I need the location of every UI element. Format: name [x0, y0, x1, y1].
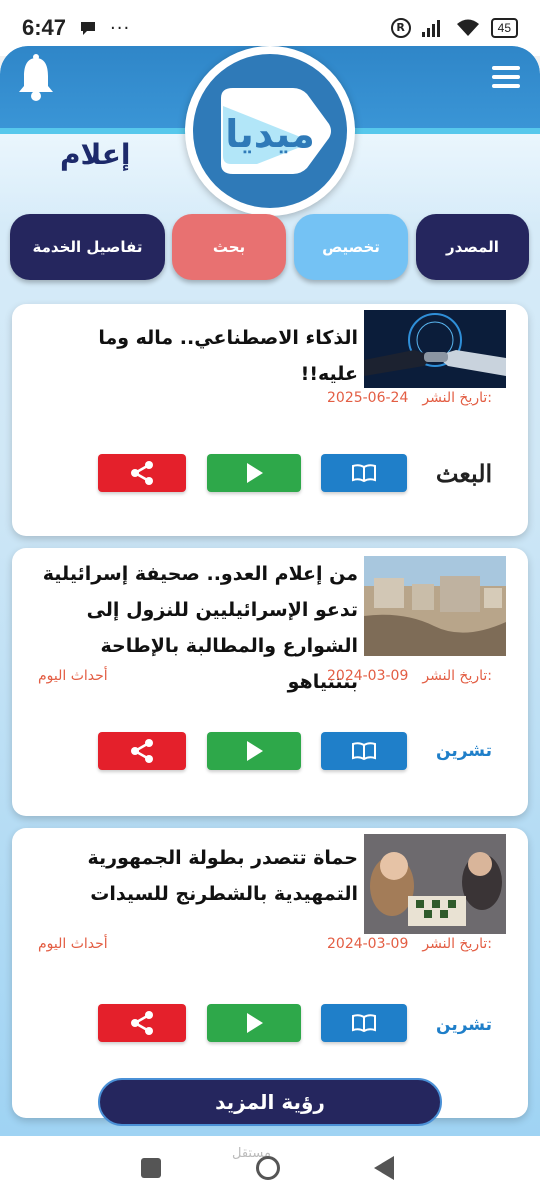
read-button[interactable] — [321, 732, 407, 770]
article-thumbnail-city[interactable] — [364, 556, 506, 656]
source-logo: تشرين — [422, 732, 506, 770]
source-logo-text: البعث — [435, 458, 493, 488]
book-icon — [352, 464, 376, 483]
recent-apps-icon[interactable] — [141, 1158, 161, 1178]
source-logo: تشرين — [422, 1006, 506, 1044]
share-button[interactable] — [98, 1004, 186, 1042]
bell-icon[interactable] — [16, 54, 56, 102]
article-thumbnail-chess[interactable] — [364, 834, 506, 934]
read-button[interactable] — [321, 454, 407, 492]
play-button[interactable] — [207, 454, 301, 492]
article-category[interactable]: أحداث اليوم — [38, 936, 108, 952]
chat-notification-icon — [81, 22, 96, 35]
see-more-button[interactable]: رؤية المزيد — [98, 1078, 442, 1126]
article-thumbnail-ai[interactable] — [364, 310, 506, 388]
book-icon — [352, 1014, 376, 1033]
signal-icon — [421, 20, 440, 37]
system-nav-bar: مستقل — [0, 1136, 540, 1200]
publish-date: 2024-03-09 — [327, 668, 409, 684]
publish-date-label: :تاريخ النشر — [422, 668, 492, 684]
publish-date-row: :تاريخ النشر 2024-03-09 — [327, 936, 492, 952]
logo-text: ميديا — [225, 112, 315, 156]
search-button[interactable]: بحث — [172, 214, 286, 280]
publish-date-label: :تاريخ النشر — [422, 936, 492, 952]
logo-circle: ميديا — [193, 54, 347, 208]
app-container: ميديا إعلام المصدر تخصيص بحث تفاصيل الخد… — [0, 46, 540, 1136]
brand-label: إعلام — [60, 138, 131, 171]
play-button[interactable] — [207, 1004, 301, 1042]
read-button[interactable] — [321, 1004, 407, 1042]
source-logo: البعث — [422, 454, 506, 492]
publish-date: 2025-06-24 — [327, 390, 409, 406]
service-details-button[interactable]: تفاصيل الخدمة — [10, 214, 165, 280]
customize-button[interactable]: تخصيص — [294, 214, 408, 280]
article-title[interactable]: الذكاء الاصطناعي.. ماله وما عليه!! — [38, 320, 358, 392]
registered-icon: R — [390, 18, 411, 38]
status-time: 6:47 — [22, 15, 67, 40]
hamburger-menu-icon[interactable] — [492, 66, 520, 88]
source-button[interactable]: المصدر — [416, 214, 529, 280]
share-button[interactable] — [98, 732, 186, 770]
home-icon[interactable] — [256, 1156, 280, 1180]
source-logo-text: تشرين — [436, 1015, 492, 1035]
article-category[interactable]: أحداث اليوم — [38, 668, 108, 684]
play-icon — [247, 1013, 263, 1033]
play-icon — [247, 463, 263, 483]
more-notifications-icon: ··· — [110, 17, 131, 39]
source-logo-text: تشرين — [436, 741, 492, 761]
wifi-icon — [456, 19, 479, 36]
share-icon — [131, 1011, 153, 1035]
publish-date-row: :تاريخ النشر 2025-06-24 — [327, 390, 492, 406]
article-title[interactable]: حماة تتصدر بطولة الجمهورية التمهيدية بال… — [38, 840, 359, 912]
share-icon — [131, 739, 153, 763]
battery-indicator: 45 — [490, 18, 518, 38]
publish-date-row: :تاريخ النشر 2024-03-09 — [327, 668, 492, 684]
book-icon — [352, 742, 376, 761]
publish-date: 2024-03-09 — [327, 936, 409, 952]
play-icon — [247, 741, 263, 761]
article-card[interactable]: من إعلام العدو.. صحيفة إسرائيلية تدعو ال… — [12, 548, 528, 816]
app-logo: ميديا — [185, 46, 355, 216]
back-icon[interactable] — [374, 1156, 394, 1180]
share-icon — [131, 461, 153, 485]
share-button[interactable] — [98, 454, 186, 492]
publish-date-label: :تاريخ النشر — [422, 390, 492, 406]
article-card[interactable]: الذكاء الاصطناعي.. ماله وما عليه!! :تاري… — [12, 304, 528, 536]
article-card[interactable]: حماة تتصدر بطولة الجمهورية التمهيدية بال… — [12, 828, 528, 1118]
play-button[interactable] — [207, 732, 301, 770]
